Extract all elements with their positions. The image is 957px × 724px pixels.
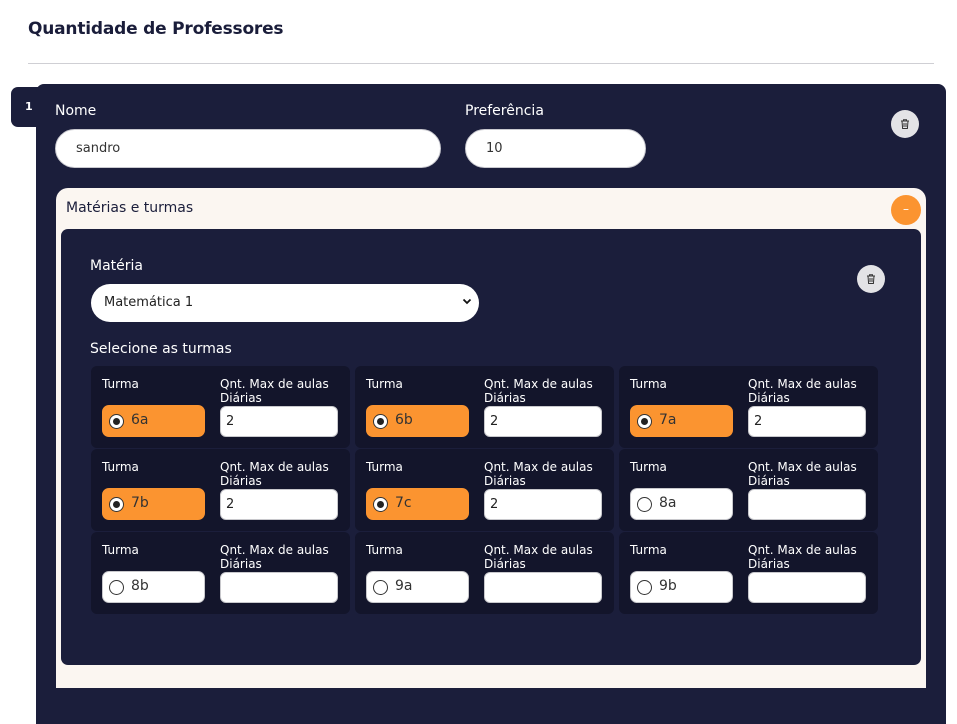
class-cell: Turma Qnt. Max de aulas Diárias 9a	[355, 532, 614, 614]
radio-icon	[109, 414, 124, 429]
class-cell: Turma Qnt. Max de aulas Diárias 6a 2	[91, 366, 350, 448]
class-cell: Turma Qnt. Max de aulas Diárias 8b	[91, 532, 350, 614]
preference-label: Preferência	[465, 103, 544, 119]
radio-icon	[637, 414, 652, 429]
max-label: Qnt. Max de aulas Diárias	[748, 543, 857, 571]
class-name: 7c	[395, 495, 412, 511]
class-radio[interactable]: 7b	[102, 488, 205, 520]
materia-selected: Matemática 1	[104, 295, 194, 310]
turma-label: Turma	[366, 460, 403, 474]
class-cell: Turma Qnt. Max de aulas Diárias 6b 2	[355, 366, 614, 448]
max-label: Qnt. Max de aulas Diárias	[220, 460, 329, 488]
delete-teacher-button[interactable]	[891, 110, 919, 138]
class-name: 6b	[395, 412, 413, 428]
class-name: 9b	[659, 578, 677, 594]
turma-label: Turma	[630, 377, 667, 391]
trash-icon	[867, 274, 875, 284]
max-label: Qnt. Max de aulas Diárias	[220, 377, 329, 405]
max-label: Qnt. Max de aulas Diárias	[484, 460, 593, 488]
preference-input[interactable]: 10	[465, 129, 646, 168]
class-radio[interactable]: 8a	[630, 488, 733, 520]
class-radio[interactable]: 7c	[366, 488, 469, 520]
radio-icon	[109, 580, 124, 595]
class-radio[interactable]: 6b	[366, 405, 469, 437]
class-radio[interactable]: 7a	[630, 405, 733, 437]
class-name: 6a	[131, 412, 149, 428]
max-label: Qnt. Max de aulas Diárias	[748, 460, 857, 488]
class-radio[interactable]: 9b	[630, 571, 733, 603]
max-classes-input[interactable]	[484, 572, 602, 603]
radio-icon	[373, 414, 388, 429]
materia-select[interactable]: Matemática 1	[91, 284, 479, 322]
page-title: Quantidade de Professores	[28, 19, 284, 39]
class-cell: Turma Qnt. Max de aulas Diárias 9b	[619, 532, 878, 614]
max-classes-input[interactable]: 2	[484, 489, 602, 520]
class-name: 9a	[395, 578, 413, 594]
max-classes-input[interactable]	[748, 572, 866, 603]
turma-label: Turma	[102, 543, 139, 557]
radio-icon	[637, 580, 652, 595]
class-cell: Turma Qnt. Max de aulas Diárias 7c 2	[355, 449, 614, 531]
trash-icon	[901, 119, 909, 129]
turma-label: Turma	[630, 460, 667, 474]
turma-label: Turma	[630, 543, 667, 557]
classes-label: Selecione as turmas	[90, 341, 232, 357]
max-classes-input[interactable]: 2	[220, 406, 338, 437]
class-name: 8a	[659, 495, 677, 511]
max-classes-input[interactable]	[748, 489, 866, 520]
max-classes-input[interactable]: 2	[748, 406, 866, 437]
max-label: Qnt. Max de aulas Diárias	[484, 377, 593, 405]
name-input[interactable]: sandro	[55, 129, 441, 168]
max-label: Qnt. Max de aulas Diárias	[748, 377, 857, 405]
radio-icon	[637, 497, 652, 512]
class-radio[interactable]: 8b	[102, 571, 205, 603]
teacher-index: 1	[25, 100, 33, 113]
turma-label: Turma	[366, 377, 403, 391]
turma-label: Turma	[366, 543, 403, 557]
class-cell: Turma Qnt. Max de aulas Diárias 7b 2	[91, 449, 350, 531]
name-label: Nome	[55, 103, 97, 119]
class-cell: Turma Qnt. Max de aulas Diárias 8a	[619, 449, 878, 531]
chevron-down-icon	[462, 298, 472, 305]
divider	[28, 63, 934, 64]
delete-subject-button[interactable]	[857, 265, 885, 293]
radio-icon	[373, 497, 388, 512]
class-radio[interactable]: 6a	[102, 405, 205, 437]
max-label: Qnt. Max de aulas Diárias	[220, 543, 329, 571]
class-name: 7b	[131, 495, 149, 511]
class-name: 8b	[131, 578, 149, 594]
class-name: 7a	[659, 412, 677, 428]
radio-icon	[373, 580, 388, 595]
max-classes-input[interactable]	[220, 572, 338, 603]
class-radio[interactable]: 9a	[366, 571, 469, 603]
subjects-title[interactable]: Matérias e turmas	[66, 200, 193, 216]
collapse-button[interactable]: –	[891, 195, 921, 225]
materia-label: Matéria	[90, 258, 143, 274]
class-cell: Turma Qnt. Max de aulas Diárias 7a 2	[619, 366, 878, 448]
max-classes-input[interactable]: 2	[484, 406, 602, 437]
turma-label: Turma	[102, 377, 139, 391]
turma-label: Turma	[102, 460, 139, 474]
max-label: Qnt. Max de aulas Diárias	[484, 543, 593, 571]
max-classes-input[interactable]: 2	[220, 489, 338, 520]
radio-icon	[109, 497, 124, 512]
